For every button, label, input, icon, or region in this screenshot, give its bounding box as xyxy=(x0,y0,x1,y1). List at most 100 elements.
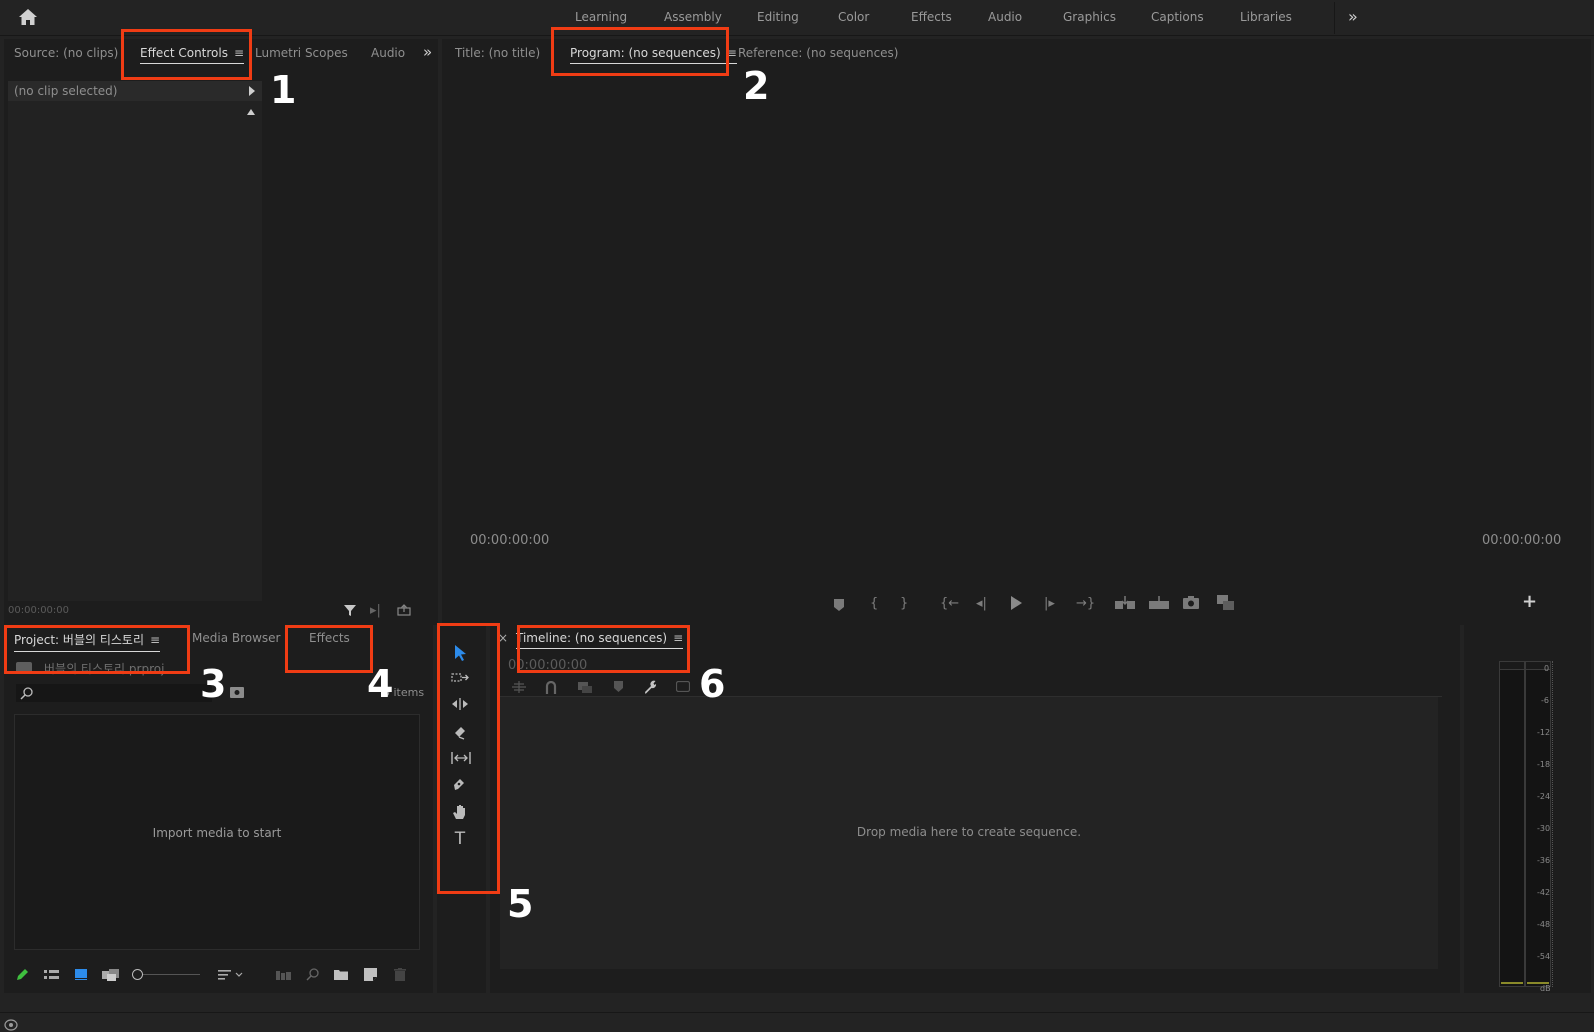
meter-label-54: -54 xyxy=(1537,952,1551,961)
project-bin-area[interactable]: Import media to start xyxy=(14,714,420,950)
highlight-box-effect-controls xyxy=(121,29,252,80)
timeline-panel: × Timeline: (no sequences) ≡ 00:00:00:00 … xyxy=(490,625,1460,993)
add-marker-icon[interactable] xyxy=(614,681,623,695)
trash-icon[interactable] xyxy=(394,968,406,984)
meter-label-6: -6 xyxy=(1541,696,1549,705)
highlight-box-effects-tab xyxy=(285,625,373,673)
workspace-graphics[interactable]: Graphics xyxy=(1063,10,1116,24)
linked-selection-icon[interactable] xyxy=(577,681,593,697)
status-bar xyxy=(0,1012,1594,1032)
export-icon[interactable] xyxy=(397,604,411,619)
program-monitor-panel: Title: (no title) Program: (no sequences… xyxy=(442,39,1591,625)
highlight-box-project xyxy=(4,625,190,674)
timeline-track-area[interactable]: Drop media here to create sequence. xyxy=(500,697,1438,969)
meter-label-0: 0 xyxy=(1544,664,1550,673)
new-bin-icon[interactable] xyxy=(334,969,348,983)
clip-header-label: (no clip selected) xyxy=(14,84,118,98)
timeline-settings-wrench-icon[interactable] xyxy=(643,679,658,697)
callout-number-4: 4 xyxy=(367,662,394,706)
effect-controls-timecode: 00:00:00:00 xyxy=(8,605,70,616)
list-view-icon[interactable] xyxy=(44,970,59,983)
go-to-out-icon[interactable]: →} xyxy=(1076,597,1095,610)
icon-view-icon[interactable] xyxy=(75,969,87,983)
tab-source[interactable]: Source: (no clips) xyxy=(14,46,118,60)
meter-label-24: -24 xyxy=(1537,792,1551,801)
captions-icon[interactable] xyxy=(675,680,691,695)
workspace-color[interactable]: Color xyxy=(838,10,869,24)
timeline-scrollbar[interactable] xyxy=(1438,697,1446,969)
playhead-timecode[interactable]: 00:00:00:00 xyxy=(470,533,549,548)
workspace-libraries[interactable]: Libraries xyxy=(1240,10,1292,24)
meter-label-30: -30 xyxy=(1537,824,1551,833)
mark-out-icon[interactable]: } xyxy=(900,597,908,610)
add-marker-icon[interactable] xyxy=(834,599,844,614)
search-input[interactable] xyxy=(16,684,212,702)
workspace-audio[interactable]: Audio xyxy=(988,10,1022,24)
callout-number-2: 2 xyxy=(743,64,770,108)
go-to-in-icon[interactable]: {← xyxy=(940,597,959,610)
nest-icon[interactable] xyxy=(512,681,526,696)
new-item-icon[interactable] xyxy=(364,968,377,984)
workspace-captions[interactable]: Captions xyxy=(1151,10,1204,24)
pen-write-icon[interactable] xyxy=(16,968,29,984)
snap-icon[interactable] xyxy=(545,680,557,697)
highlight-box-program xyxy=(551,27,729,76)
timeline-empty-message: Drop media here to create sequence. xyxy=(856,825,1082,839)
find-icon[interactable] xyxy=(306,968,319,984)
workspace-effects[interactable]: Effects xyxy=(911,10,952,24)
scroll-up-icon[interactable] xyxy=(247,109,255,115)
meter-label-18: -18 xyxy=(1537,760,1551,769)
callout-number-5: 5 xyxy=(507,882,534,926)
play-audio-icon[interactable]: ▸| xyxy=(370,604,381,617)
overwrite-icon[interactable] xyxy=(1149,596,1169,613)
expand-arrow-icon[interactable] xyxy=(249,86,255,96)
filter-icon[interactable] xyxy=(344,604,356,619)
play-icon[interactable] xyxy=(1010,596,1022,613)
empty-bin-message: Import media to start xyxy=(152,826,282,840)
export-frame-icon[interactable] xyxy=(1183,596,1199,612)
zoom-slider-track xyxy=(138,974,200,975)
automate-to-sequence-icon[interactable] xyxy=(276,970,291,983)
effect-list-area xyxy=(8,101,262,601)
panel-overflow-icon[interactable]: » xyxy=(423,43,432,61)
meter-label-db: dB xyxy=(1540,984,1551,993)
tab-media-browser[interactable]: Media Browser xyxy=(192,631,280,645)
callout-number-3: 3 xyxy=(200,662,227,706)
program-viewer xyxy=(442,67,1591,557)
new-search-bin-icon[interactable] xyxy=(230,687,244,701)
home-icon[interactable] xyxy=(18,8,38,26)
effect-controls-panel: Source: (no clips) Effect Controls ≡ Lume… xyxy=(4,39,438,625)
tab-title[interactable]: Title: (no title) xyxy=(455,46,540,60)
freeform-view-icon[interactable] xyxy=(102,969,120,984)
audio-meter-floor-left xyxy=(1501,982,1523,984)
step-forward-icon[interactable]: |▸ xyxy=(1044,597,1055,610)
insert-icon[interactable] xyxy=(1115,596,1135,613)
audio-meter-peak-left xyxy=(1500,662,1524,670)
audio-meter-panel xyxy=(1464,625,1591,993)
duration-timecode: 00:00:00:00 xyxy=(1482,533,1562,548)
tab-lumetri-scopes[interactable]: Lumetri Scopes xyxy=(255,46,348,60)
meter-label-42: -42 xyxy=(1537,888,1551,897)
workspace-learning[interactable]: Learning xyxy=(575,10,627,24)
workspace-divider xyxy=(1334,2,1335,34)
zoom-slider[interactable] xyxy=(132,969,202,981)
workspace-editing[interactable]: Editing xyxy=(757,10,799,24)
zoom-slider-handle[interactable] xyxy=(132,969,143,980)
meter-label-12: -12 xyxy=(1537,728,1551,737)
audio-meter-scale-line xyxy=(1552,661,1553,987)
sort-icon[interactable] xyxy=(218,970,244,983)
audio-meter-left-channel xyxy=(1499,661,1525,987)
workspace-overflow-icon[interactable]: » xyxy=(1348,7,1358,26)
tab-reference[interactable]: Reference: (no sequences) xyxy=(738,46,899,60)
comparison-view-icon[interactable] xyxy=(1217,595,1235,613)
tab-audio[interactable]: Audio xyxy=(371,46,405,60)
callout-number-1: 1 xyxy=(270,68,297,112)
highlight-box-timeline xyxy=(517,625,690,673)
status-indicator-icon[interactable] xyxy=(4,1016,18,1032)
meter-label-36: -36 xyxy=(1537,856,1551,865)
button-editor-add-icon[interactable]: + xyxy=(1522,593,1537,611)
mark-in-icon[interactable]: { xyxy=(870,597,878,610)
workspace-assembly[interactable]: Assembly xyxy=(664,10,722,24)
step-back-icon[interactable]: ◂| xyxy=(976,597,987,610)
meter-label-48: -48 xyxy=(1537,920,1551,929)
